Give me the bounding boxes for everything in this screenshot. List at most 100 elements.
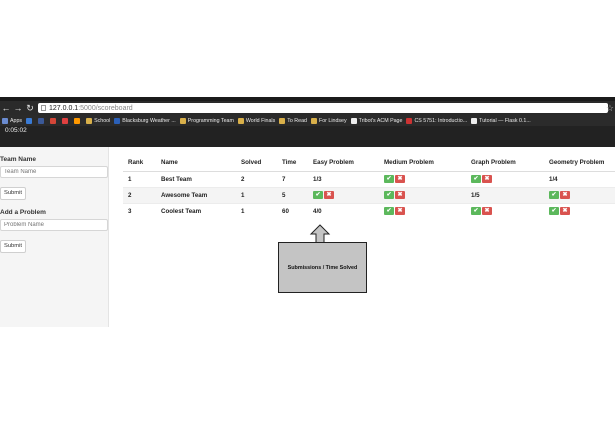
cell-graph: 1/5 xyxy=(466,186,544,203)
bookmark-favicon-icon xyxy=(62,117,69,124)
bookmark-item[interactable]: School xyxy=(86,117,110,124)
cell-name: Best Team xyxy=(156,170,236,187)
cell-time: 60 xyxy=(277,202,308,219)
url-host: 127.0.0.1 xyxy=(49,104,79,112)
column-header: Medium Problem xyxy=(379,154,466,172)
bookmark-favicon-icon xyxy=(86,117,93,124)
cell-medium: ✔ ✖ xyxy=(379,170,466,187)
accept-check-icon[interactable]: ✔ xyxy=(471,207,481,216)
bookmark-item[interactable] xyxy=(74,117,82,124)
column-header: Name xyxy=(156,154,236,172)
bookmark-item[interactable] xyxy=(38,117,46,124)
cell-graph: ✔ ✖ xyxy=(466,170,544,187)
bookmark-favicon-icon xyxy=(237,117,244,124)
bookmark-label: Tutorial — Flask 0.1... xyxy=(479,117,531,124)
bookmark-item[interactable]: To Read xyxy=(279,117,307,124)
column-header: Solved xyxy=(236,154,277,172)
bookmark-item[interactable]: World Finals xyxy=(237,117,276,124)
bookmark-item[interactable]: Tutorial — Flask 0.1... xyxy=(471,117,531,124)
reject-x-icon[interactable]: ✖ xyxy=(560,191,570,199)
bookmarks-bar: Apps School Blacksburg Weather ... Programm… xyxy=(0,115,615,126)
cell-easy: ✔ ✖ xyxy=(308,186,379,203)
bookmark-label: Apps xyxy=(10,117,23,124)
table-header: Rank Name Solved Time Easy Problem Medium Pro… xyxy=(123,154,615,172)
reject-x-icon[interactable]: ✖ xyxy=(395,175,405,183)
bookmark-label: To Read xyxy=(287,117,307,124)
cell-rank: 3 xyxy=(123,202,156,219)
bookmark-label: Blacksburg Weather ... xyxy=(122,117,176,124)
bookmark-label: CS 5751: Introductio... xyxy=(414,117,468,124)
accept-check-icon[interactable]: ✔ xyxy=(384,175,394,183)
submit-team-button[interactable]: Submit xyxy=(0,187,26,200)
cell-name: Coolest Team xyxy=(156,202,236,219)
column-header: Rank xyxy=(123,154,156,172)
back-icon[interactable]: ← xyxy=(0,101,12,115)
bookmark-item[interactable]: For Lindsey xyxy=(310,117,347,124)
bookmark-favicon-icon xyxy=(179,117,186,124)
column-header: Graph Problem xyxy=(466,154,544,172)
table-row: 3 Coolest Team 1 60 4/0 ✔ ✖ ✔ ✖ ✔ ✖ xyxy=(123,202,615,219)
address-bar[interactable]: 127.0.0.1:5000/scoreboard xyxy=(38,103,608,113)
reject-x-icon[interactable]: ✖ xyxy=(395,191,405,199)
url-path: :5000/scoreboard xyxy=(78,104,133,112)
bookmark-star-icon[interactable]: ☆ xyxy=(606,101,614,115)
cell-easy: 4/0 xyxy=(308,202,379,219)
accept-check-icon[interactable]: ✔ xyxy=(471,175,481,183)
app-navbar: 0:05:02 xyxy=(0,126,615,147)
cell-rank: 1 xyxy=(123,170,156,187)
apps-grid-icon xyxy=(2,117,8,124)
bookmark-item[interactable] xyxy=(50,117,58,124)
cell-solved: 2 xyxy=(236,170,277,187)
cell-geometry: ✔ ✖ xyxy=(544,202,615,219)
column-header: Time xyxy=(277,154,308,172)
bookmark-favicon-icon xyxy=(350,117,357,124)
cell-geometry: 1/4 xyxy=(544,170,615,187)
accept-check-icon[interactable]: ✔ xyxy=(549,207,559,216)
bookmark-item[interactable]: Programming Team xyxy=(179,117,234,124)
bookmark-label: For Lindsey xyxy=(318,117,347,124)
reject-x-icon[interactable]: ✖ xyxy=(482,175,492,183)
bookmark-item[interactable]: Tribot's ACM Page xyxy=(350,117,403,124)
bookmark-favicon-icon xyxy=(74,117,81,124)
bookmark-label: World Finals xyxy=(245,117,276,124)
bookmark-favicon-icon xyxy=(26,117,33,124)
annotation-text: Submissions / Time Solved xyxy=(287,264,358,271)
reject-x-icon[interactable]: ✖ xyxy=(324,191,334,199)
accept-check-icon[interactable]: ✔ xyxy=(549,191,559,199)
cell-rank: 2 xyxy=(123,186,156,203)
cell-medium: ✔ ✖ xyxy=(379,186,466,203)
cell-graph: ✔ ✖ xyxy=(466,202,544,219)
reject-x-icon[interactable]: ✖ xyxy=(560,207,570,216)
accept-check-icon[interactable]: ✔ xyxy=(313,191,323,199)
team-name-input[interactable] xyxy=(0,166,108,178)
bookmark-favicon-icon xyxy=(38,117,45,124)
page-icon xyxy=(41,105,46,111)
bookmark-item[interactable] xyxy=(26,117,34,124)
forward-icon[interactable]: → xyxy=(12,101,24,115)
cell-medium: ✔ ✖ xyxy=(379,202,466,219)
reject-x-icon[interactable]: ✖ xyxy=(395,207,405,216)
cell-name: Awesome Team xyxy=(156,186,236,203)
bookmark-favicon-icon xyxy=(310,117,317,124)
contest-timer: 0:05:02 xyxy=(5,127,27,134)
bookmark-item[interactable]: Blacksburg Weather ... xyxy=(114,117,176,124)
reload-icon[interactable]: ↻ xyxy=(24,101,36,115)
scoreboard-table: Rank Name Solved Time Easy Problem Medium Pro… xyxy=(123,154,615,219)
accept-check-icon[interactable]: ✔ xyxy=(384,191,394,199)
sidebar: Team Name Submit Add a Problem Submit xyxy=(0,147,109,327)
column-header: Easy Problem xyxy=(308,154,379,172)
reject-x-icon[interactable]: ✖ xyxy=(482,207,492,216)
bookmark-item[interactable]: CS 5751: Introductio... xyxy=(406,117,468,124)
submit-problem-button[interactable]: Submit xyxy=(0,240,26,253)
bookmark-item[interactable] xyxy=(62,117,70,124)
problem-name-input[interactable] xyxy=(0,219,108,231)
bookmark-label: Tribot's ACM Page xyxy=(358,117,403,124)
accept-check-icon[interactable]: ✔ xyxy=(384,207,394,216)
bookmark-favicon-icon xyxy=(50,117,57,124)
cell-solved: 1 xyxy=(236,186,277,203)
add-problem-label: Add a Problem xyxy=(0,209,46,216)
table-row: 2 Awesome Team 1 5 ✔ ✖ ✔ ✖ 1/5 ✔ ✖ xyxy=(123,186,615,203)
column-header: Geometry Problem xyxy=(544,154,615,172)
browser-toolbar: ← → ↻ 127.0.0.1:5000/scoreboard ☆ xyxy=(0,101,615,115)
bookmark-item[interactable]: Apps xyxy=(2,117,23,124)
